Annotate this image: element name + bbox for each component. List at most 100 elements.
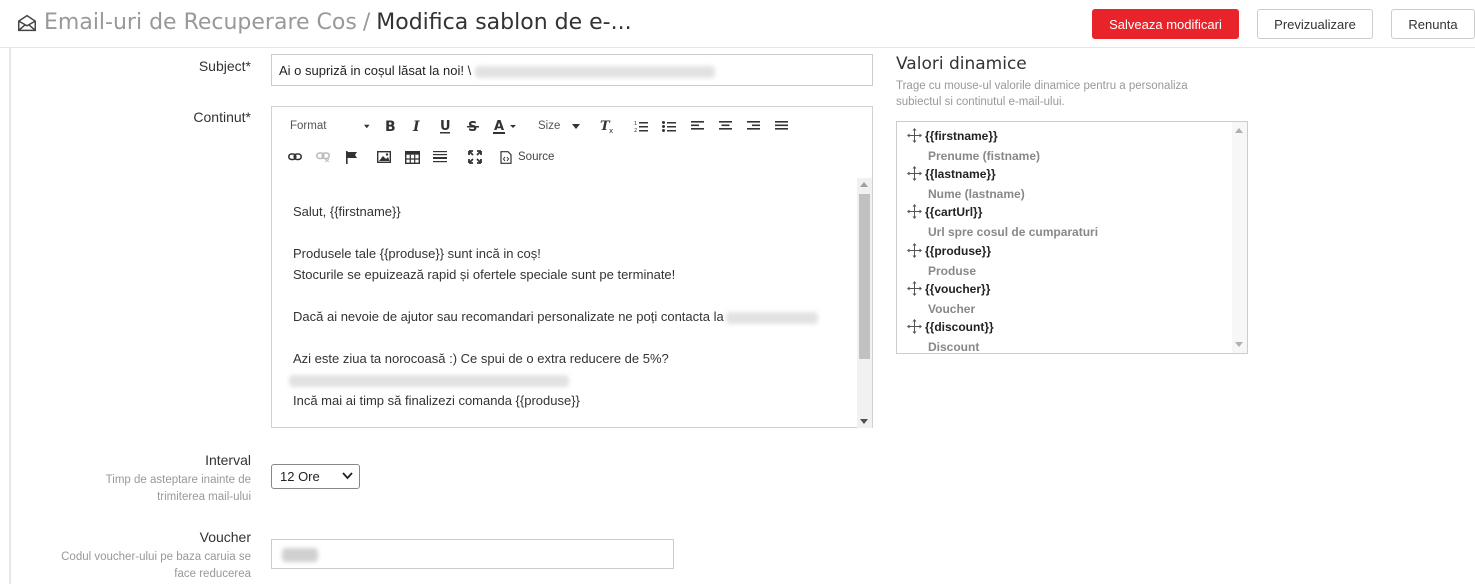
voucher-help: Codul voucher-ului pe baza caruia se fac… xyxy=(61,551,251,580)
scroll-down-icon[interactable] xyxy=(1235,342,1243,347)
redacted-text xyxy=(725,311,818,324)
align-left-icon xyxy=(690,121,704,130)
format-dropdown[interactable]: Format xyxy=(290,117,370,135)
text-color-icon: A xyxy=(493,119,516,134)
dynamic-values-title: Valori dinamice xyxy=(896,54,1027,74)
svg-text:x: x xyxy=(609,127,613,134)
chevron-down-icon xyxy=(364,124,370,128)
align-right-icon xyxy=(746,121,760,130)
table-button[interactable] xyxy=(403,148,421,166)
redacted-text xyxy=(475,65,716,78)
unlink-icon xyxy=(316,152,330,162)
interval-select[interactable]: 12 Ore xyxy=(271,464,360,489)
interval-label: Interval xyxy=(205,452,251,468)
scrollbar-thumb[interactable] xyxy=(859,194,870,359)
list-item[interactable]: {{lastname}} Nume (lastname) xyxy=(907,166,1025,201)
envelope-open-icon xyxy=(18,14,36,31)
dynamic-values-list: {{firstname}} Prenume (fistname) {{lastn… xyxy=(896,121,1248,354)
dynamic-tag: {{firstname}} xyxy=(925,128,998,143)
unlink-button[interactable] xyxy=(314,148,332,166)
dynamic-desc: Nume (lastname) xyxy=(928,187,1025,201)
move-icon xyxy=(907,243,922,258)
size-label: Size xyxy=(538,120,561,132)
clear-format-button[interactable]: Tx xyxy=(598,117,616,135)
link-button[interactable] xyxy=(286,148,304,166)
flag-icon xyxy=(345,150,357,164)
page-title: Email-uri de Recuperare Cos / Modifica sab… xyxy=(44,10,632,35)
list-item[interactable]: {{voucher}} Voucher xyxy=(907,281,990,316)
text-color-button[interactable]: A xyxy=(492,117,520,135)
horizontal-rule-icon xyxy=(433,151,447,163)
dynamic-tag: {{cartUrl}} xyxy=(925,204,983,219)
subject-input[interactable]: Ai o supriză in coșul lăsat la noi! \ xyxy=(271,54,873,86)
bulleted-list-button[interactable] xyxy=(660,117,678,135)
size-dropdown[interactable]: Size xyxy=(538,117,586,135)
content-line: Salut, {{firstname}} xyxy=(293,204,401,219)
align-right-button[interactable] xyxy=(744,117,762,135)
dynamic-values-description: Trage cu mouse-ul valorile dinamice pent… xyxy=(896,80,1188,108)
align-center-button[interactable] xyxy=(716,117,734,135)
svg-text:U: U xyxy=(440,119,451,134)
svg-text:2: 2 xyxy=(634,128,637,133)
dynamic-tag: {{lastname}} xyxy=(925,166,996,181)
editor-scrollbar[interactable] xyxy=(857,178,872,428)
list-item[interactable]: {{firstname}} Prenume (fistname) xyxy=(907,128,1040,163)
align-left-button[interactable] xyxy=(688,117,706,135)
redacted-text xyxy=(282,547,318,562)
dynamic-list-scrollbar[interactable] xyxy=(1232,122,1247,353)
justify-button[interactable] xyxy=(772,117,790,135)
dynamic-tag: {{produse}} xyxy=(925,243,992,258)
horizontal-rule-button[interactable] xyxy=(431,148,449,166)
image-button[interactable] xyxy=(375,148,393,166)
table-icon xyxy=(404,150,420,164)
italic-button[interactable]: I xyxy=(408,117,426,135)
move-icon xyxy=(907,128,922,143)
move-icon xyxy=(907,204,922,219)
voucher-input[interactable] xyxy=(271,539,674,569)
dynamic-desc: Discount xyxy=(928,340,980,354)
dynamic-desc: Produse xyxy=(928,264,977,278)
chevron-down-icon xyxy=(572,123,581,129)
dynamic-tag: {{voucher}} xyxy=(925,281,991,296)
breadcrumb-current: Modifica sablon de e-... xyxy=(376,10,632,35)
voucher-label: Voucher xyxy=(199,529,251,545)
list-item[interactable]: {{cartUrl}} Url spre cosul de cumparatur… xyxy=(907,204,1098,239)
scroll-down-icon[interactable] xyxy=(860,419,868,424)
save-button[interactable]: Salveaza modificari xyxy=(1092,9,1239,39)
source-button[interactable]: Source xyxy=(500,148,560,166)
preview-button[interactable]: Previzualizare xyxy=(1257,9,1373,39)
scroll-up-icon[interactable] xyxy=(860,182,868,187)
move-icon xyxy=(907,319,922,334)
list-item[interactable]: {{produse}} Produse xyxy=(907,243,991,278)
strike-button[interactable]: S xyxy=(464,117,482,135)
scroll-up-icon[interactable] xyxy=(1235,128,1243,133)
strike-icon: S xyxy=(467,120,479,133)
chevron-down-icon xyxy=(342,472,353,480)
interval-help: Timp de asteptare inainte de trimiterea … xyxy=(105,474,251,503)
underline-icon: U xyxy=(440,119,451,134)
justify-icon xyxy=(774,121,788,130)
content-line-text: Dacă ai nevoie de ajutor sau recomandari… xyxy=(293,309,724,324)
breadcrumb-parent[interactable]: Email-uri de Recuperare Cos xyxy=(44,10,357,35)
breadcrumb-separator: / xyxy=(362,10,371,35)
numbered-list-icon: 12 xyxy=(634,121,648,133)
content-line: Incă mai ai timp să finalizezi comanda {… xyxy=(293,393,580,408)
svg-text:1: 1 xyxy=(634,121,637,127)
move-icon xyxy=(907,281,922,296)
cancel-button[interactable]: Renunta xyxy=(1391,9,1475,39)
link-icon xyxy=(288,153,302,161)
bulleted-list-icon xyxy=(662,120,676,132)
list-item[interactable]: {{discount}} Discount xyxy=(907,319,994,354)
dynamic-desc: Voucher xyxy=(928,302,976,316)
content-line: Dacă ai nevoie de ajutor sau recomandari… xyxy=(293,306,837,327)
subject-label: Subject* xyxy=(198,58,251,74)
align-center-icon xyxy=(718,121,732,130)
source-label: Source xyxy=(518,151,555,163)
editor-content[interactable]: Salut, {{firstname}} Produsele tale {{pr… xyxy=(273,177,857,427)
numbered-list-button[interactable]: 12 xyxy=(632,117,650,135)
underline-button[interactable]: U xyxy=(436,117,454,135)
maximize-button[interactable] xyxy=(466,148,484,166)
anchor-button[interactable] xyxy=(342,148,360,166)
bold-button[interactable]: B xyxy=(381,117,399,135)
redacted-text xyxy=(289,374,569,387)
